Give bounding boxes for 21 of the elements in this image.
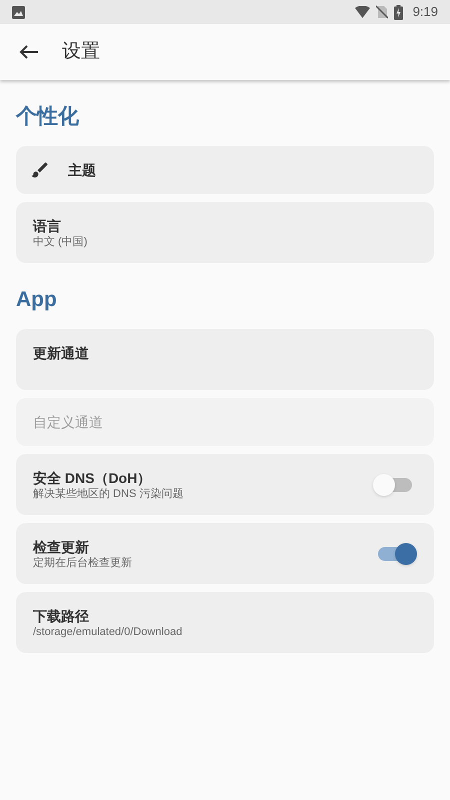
clock-time: 9:19	[412, 3, 438, 22]
setting-title: 下载路径	[33, 606, 90, 624]
setting-subtitle: 中文 (中国)	[33, 234, 88, 248]
setting-subtitle: 解决某些地区的 DNS 污染问题	[33, 486, 184, 500]
page-title: 设置	[62, 40, 100, 64]
setting-title: 安全 DNS（DoH）	[33, 468, 152, 486]
settings-item[interactable]: 更新通道	[16, 329, 434, 390]
settings-item[interactable]: 语言 中文 (中国)	[16, 202, 434, 263]
section-header: App	[16, 287, 58, 313]
settings-item[interactable]: 下载路径 /storage/emulated/0/Download	[16, 592, 434, 653]
settings-item[interactable]: 主题	[16, 146, 434, 194]
setting-title: 检查更新	[33, 538, 90, 556]
setting-subtitle: /storage/emulated/0/Download	[33, 624, 182, 638]
settings-item[interactable]: 检查更新 定期在后台检查更新	[16, 523, 434, 584]
setting-subtitle: 定期在后台检查更新	[33, 556, 132, 570]
setting-title: 主题	[68, 161, 96, 179]
section-header: 个性化	[16, 104, 80, 130]
setting-title: 自定义通道	[33, 413, 103, 431]
settings-item[interactable]: 安全 DNS（DoH） 解决某些地区的 DNS 污染问题	[16, 454, 434, 515]
setting-title: 更新通道	[33, 344, 89, 362]
setting-title: 语言	[33, 216, 62, 234]
